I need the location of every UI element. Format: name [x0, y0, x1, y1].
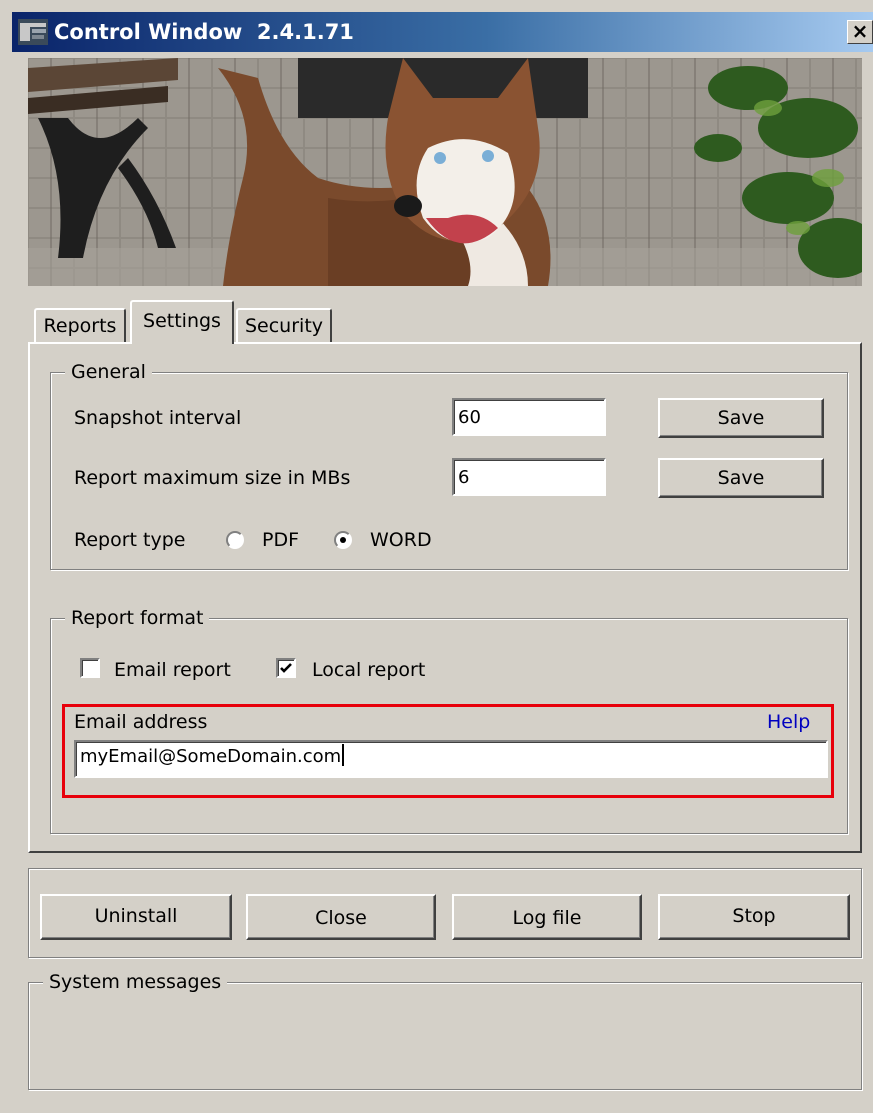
system-messages-legend: System messages — [43, 970, 228, 994]
app-icon — [18, 19, 48, 45]
tab-reports-label: Reports — [43, 315, 117, 337]
close-label: Close — [315, 907, 367, 929]
snapshot-interval-label: Snapshot interval — [74, 407, 242, 429]
tab-reports[interactable]: Reports — [34, 308, 126, 342]
close-icon: × — [851, 19, 869, 43]
window-version: 2.4.1.71 — [256, 20, 354, 44]
window-title: Control Window 2.4.1.71 — [54, 20, 354, 44]
uninstall-button[interactable]: Uninstall — [40, 894, 232, 940]
control-window: Control Window 2.4.1.71 × Reports Settin… — [0, 0, 873, 1113]
general-legend: General — [65, 360, 152, 384]
report-max-size-input[interactable] — [452, 458, 606, 496]
radio-word-label: WORD — [370, 529, 432, 551]
close-button[interactable]: Close — [246, 894, 436, 940]
save-max-size-label: Save — [717, 467, 765, 489]
email-highlight-box — [62, 704, 834, 798]
radio-pdf[interactable] — [226, 531, 244, 549]
email-report-label: Email report — [114, 659, 231, 681]
close-window-button[interactable]: × — [847, 20, 873, 44]
local-report-checkbox[interactable] — [276, 658, 296, 678]
save-snapshot-label: Save — [717, 407, 765, 429]
checkmark-icon — [280, 663, 292, 673]
report-type-label: Report type — [74, 529, 186, 551]
local-report-label: Local report — [312, 659, 426, 681]
dog-photo-icon — [28, 58, 862, 286]
uninstall-label: Uninstall — [94, 905, 178, 927]
radio-word[interactable] — [334, 531, 352, 549]
tab-security-label: Security — [244, 315, 324, 337]
stop-label: Stop — [732, 905, 776, 927]
tab-settings-label: Settings — [143, 310, 221, 332]
tab-security[interactable]: Security — [236, 308, 332, 342]
window-title-text: Control Window — [54, 20, 243, 44]
report-max-size-label: Report maximum size in MBs — [74, 467, 351, 489]
stop-button[interactable]: Stop — [658, 894, 850, 940]
save-max-size-button[interactable]: Save — [658, 458, 824, 498]
system-messages-group: System messages — [28, 970, 862, 1090]
save-snapshot-button[interactable]: Save — [658, 398, 824, 438]
banner-image — [28, 58, 862, 286]
log-file-label: Log file — [512, 907, 582, 929]
radio-pdf-label: PDF — [262, 529, 300, 551]
snapshot-interval-input[interactable] — [452, 398, 606, 436]
log-file-button[interactable]: Log file — [452, 894, 642, 940]
title-bar[interactable]: Control Window 2.4.1.71 × — [12, 12, 873, 52]
tab-settings[interactable]: Settings — [130, 300, 234, 344]
report-format-legend: Report format — [65, 606, 210, 630]
email-report-checkbox[interactable] — [80, 658, 100, 678]
